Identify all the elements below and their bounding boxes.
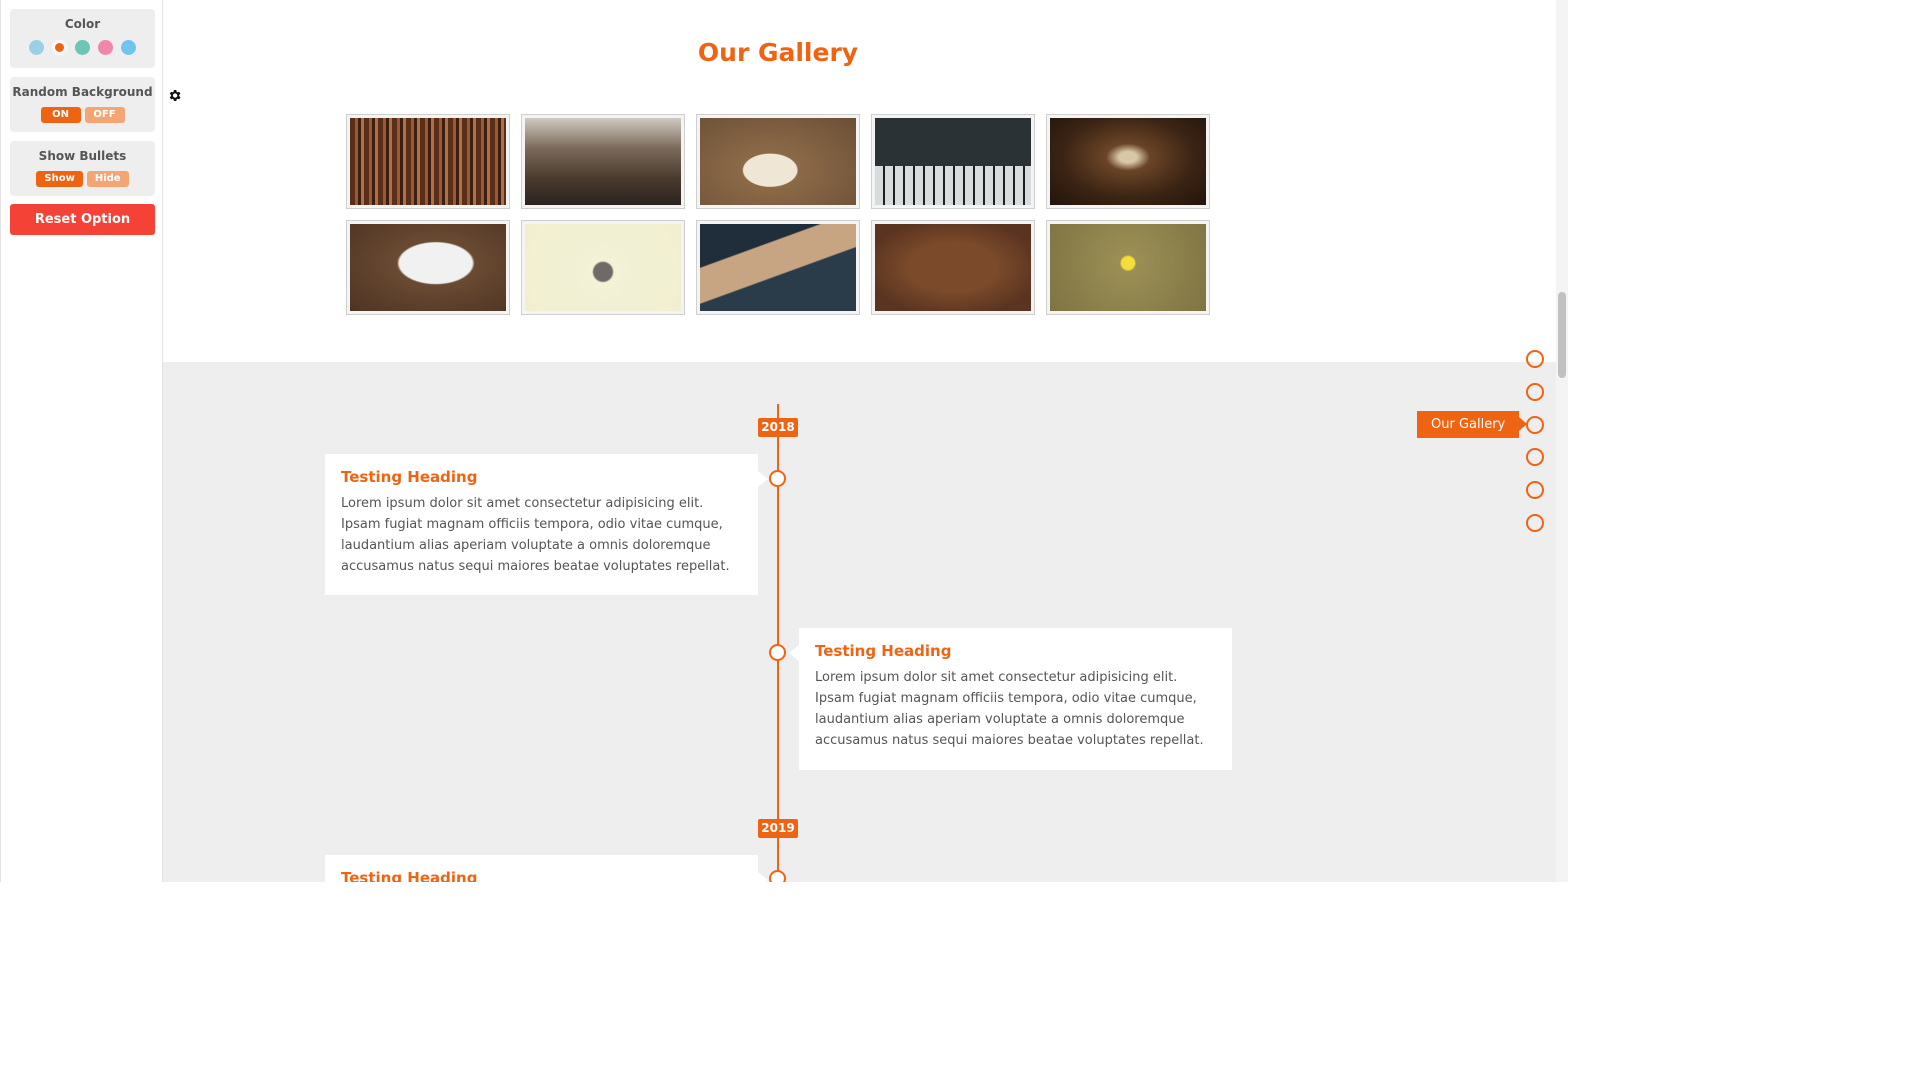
timeline-dot <box>769 870 786 882</box>
timeline-year-2018: 2018 <box>758 418 798 437</box>
timeline-section <box>163 362 1568 882</box>
show-bullets-box: Show Bullets Show Hide <box>10 141 155 196</box>
random-background-on-button[interactable]: ON <box>40 107 81 123</box>
nav-tooltip: Our Gallery <box>1417 411 1528 438</box>
gallery-title: Our Gallery <box>697 38 859 67</box>
gallery-image-typewriter-flatlay[interactable] <box>521 220 685 315</box>
gallery-image-library-aisle[interactable] <box>1046 114 1210 209</box>
color-swatch-light-blue[interactable] <box>29 40 44 55</box>
gallery-image-vintage-radio[interactable] <box>696 220 860 315</box>
gallery-image-library-hall[interactable] <box>521 114 685 209</box>
nav-bullet-gallery[interactable] <box>1526 416 1544 434</box>
scrollbar-track[interactable] <box>1556 0 1568 882</box>
page: Color Random Background ON OFF Show Bull… <box>0 0 1568 882</box>
show-bullets-label: Show Bullets <box>38 149 127 163</box>
color-swatches <box>10 40 155 55</box>
timeline-card-heading: Testing Heading <box>341 468 478 486</box>
timeline-card: Testing Heading Lorem ipsum dolor sit am… <box>325 454 768 595</box>
gallery-image-piano-keys[interactable] <box>871 114 1035 209</box>
timeline-year-2019: 2019 <box>758 819 798 838</box>
timeline-dot <box>769 470 786 487</box>
nav-bullet[interactable] <box>1526 383 1544 401</box>
gallery-image-notebook-desk[interactable] <box>696 114 860 209</box>
nav-bullet[interactable] <box>1526 514 1544 532</box>
gear-icon[interactable] <box>167 88 182 103</box>
color-label: Color <box>64 17 101 31</box>
color-option-box: Color <box>10 9 155 68</box>
gallery-image-spongebob[interactable] <box>1046 220 1210 315</box>
timeline-card-text: Lorem ipsum dolor sit amet consectetur a… <box>341 496 730 574</box>
random-background-label: Random Background <box>12 85 153 99</box>
nav-bullet[interactable] <box>1526 448 1544 466</box>
reset-option-button[interactable]: Reset Option <box>10 204 155 235</box>
gallery-image-laptop-sketch[interactable] <box>346 220 510 315</box>
scrollbar-thumb[interactable] <box>1558 292 1566 378</box>
random-background-off-button[interactable]: OFF <box>84 107 125 123</box>
timeline-card-text: Lorem ipsum dolor sit amet consectetur a… <box>815 670 1204 748</box>
bullets-show-button[interactable]: Show <box>36 171 83 187</box>
gallery-image-typewriter-desk[interactable] <box>871 220 1035 315</box>
random-background-box: Random Background ON OFF <box>10 77 155 132</box>
timeline-card: Testing Heading Lorem ipsum dolor sit am… <box>789 628 1232 770</box>
timeline-dot <box>769 644 786 661</box>
nav-bullet[interactable] <box>1526 481 1544 499</box>
color-swatch-teal[interactable] <box>75 40 90 55</box>
timeline-card-heading: Testing Heading <box>341 869 478 882</box>
color-swatch-sky-blue[interactable] <box>121 40 136 55</box>
color-swatch-pink[interactable] <box>98 40 113 55</box>
timeline-card: Testing Heading <box>325 855 768 882</box>
gallery-image-bookshelf[interactable] <box>346 114 510 209</box>
color-swatch-orange[interactable] <box>52 40 67 55</box>
nav-bullet[interactable] <box>1526 350 1544 368</box>
bullets-hide-button[interactable]: Hide <box>86 171 129 187</box>
timeline-card-heading: Testing Heading <box>815 642 952 660</box>
settings-panel: Color Random Background ON OFF Show Bull… <box>0 0 163 882</box>
